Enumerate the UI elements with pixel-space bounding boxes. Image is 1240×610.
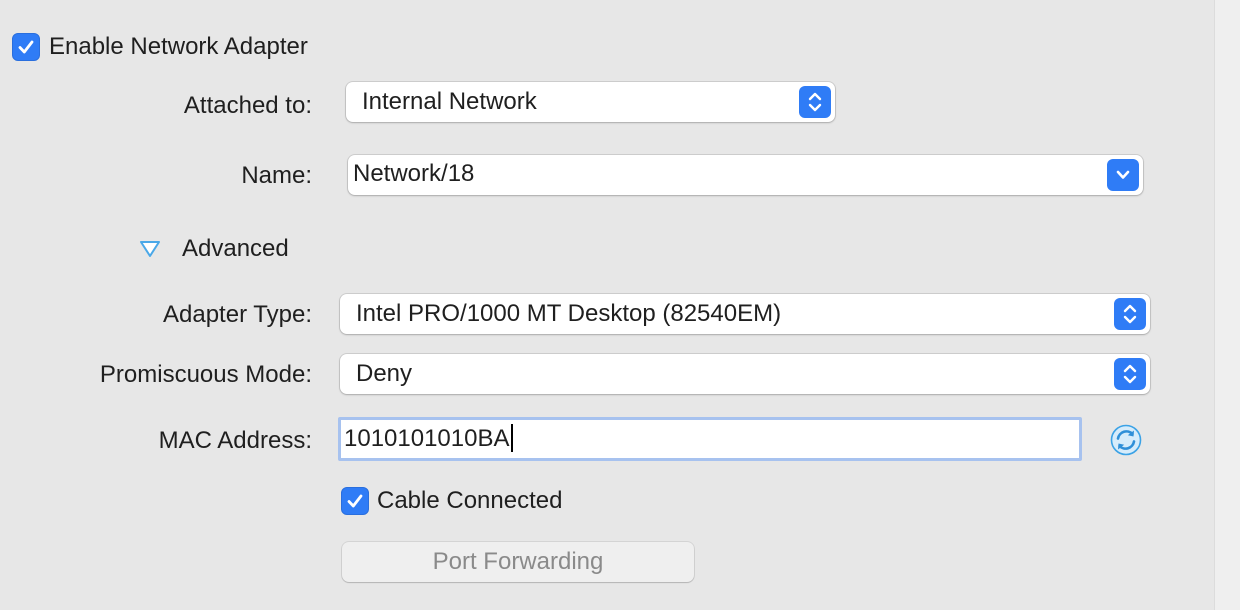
attached-to-label: Attached to: xyxy=(183,92,312,119)
refresh-icon[interactable] xyxy=(1110,424,1142,456)
updown-chevron-icon xyxy=(799,86,831,118)
updown-chevron-icon xyxy=(1114,358,1146,390)
name-label: Name: xyxy=(241,162,312,189)
promiscuous-mode-popup[interactable]: Deny xyxy=(340,354,1150,394)
port-forwarding-button[interactable]: Port Forwarding xyxy=(342,542,694,582)
promiscuous-mode-value: Deny xyxy=(356,360,413,387)
enable-network-adapter-checkbox[interactable] xyxy=(12,33,40,61)
adapter-type-label: Adapter Type: xyxy=(163,301,312,328)
promiscuous-mode-label: Promiscuous Mode: xyxy=(99,361,312,388)
attached-to-popup[interactable]: Internal Network xyxy=(346,82,835,122)
enable-network-adapter-label[interactable]: Enable Network Adapter xyxy=(49,33,308,61)
text-caret xyxy=(510,423,513,452)
adapter-type-popup[interactable]: Intel PRO/1000 MT Desktop (82540EM) xyxy=(340,294,1150,334)
advanced-label[interactable]: Advanced xyxy=(182,235,289,263)
name-value[interactable]: Network/18 xyxy=(353,160,474,187)
checkmark-icon xyxy=(18,40,34,54)
mac-address-value: 1010101010BA xyxy=(344,425,510,452)
scrollbar-track[interactable] xyxy=(1214,0,1240,610)
mac-address-input[interactable]: 1010101010BA xyxy=(338,417,1082,461)
attached-to-value: Internal Network xyxy=(362,88,537,115)
name-combobox[interactable]: Network/18 xyxy=(348,155,1143,195)
updown-chevron-icon xyxy=(1114,298,1146,330)
disclosure-triangle-down-icon[interactable] xyxy=(139,240,161,258)
chevron-down-icon[interactable] xyxy=(1107,159,1139,191)
cable-connected-checkbox[interactable] xyxy=(341,487,369,515)
cable-connected-label[interactable]: Cable Connected xyxy=(377,487,562,515)
adapter-type-value: Intel PRO/1000 MT Desktop (82540EM) xyxy=(356,300,782,327)
mac-address-label: MAC Address: xyxy=(158,427,312,454)
checkmark-icon xyxy=(347,494,363,508)
